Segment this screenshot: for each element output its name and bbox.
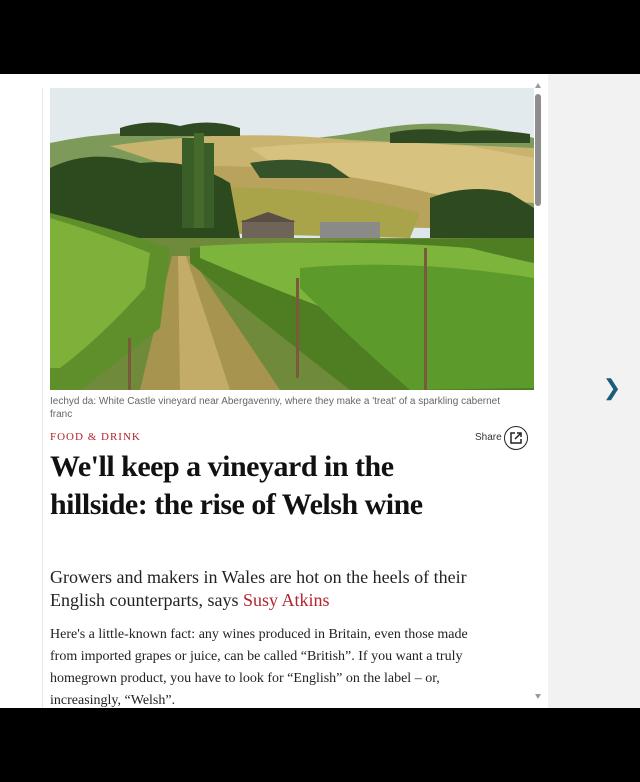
author-link[interactable]: Susy Atkins	[243, 590, 330, 610]
article-frame: Iechyd da: White Castle vineyard near Ab…	[42, 88, 541, 708]
article-headline: We'll keep a vineyard in the hillside: t…	[50, 450, 423, 521]
hero-image-vineyard	[50, 88, 534, 390]
triangle-up-icon[interactable]	[534, 82, 542, 90]
share-label: Share	[475, 432, 502, 443]
scrollbar-thumb[interactable]	[535, 94, 541, 206]
share-external-icon	[510, 432, 522, 444]
browser-viewport: ❯ Iechyd da: White Castle vineyard near …	[0, 74, 640, 708]
triangle-down-icon[interactable]	[534, 692, 542, 700]
letterbox-bottom	[0, 708, 640, 782]
article-body-paragraph: Here's a little-known fact: any wines pr…	[50, 627, 468, 708]
letterbox-top	[0, 0, 640, 74]
article-standfirst: Growers and makers in Wales are hot on t…	[50, 566, 490, 612]
vertical-scrollbar[interactable]	[533, 82, 543, 708]
side-panel	[548, 74, 640, 708]
share-button[interactable]	[504, 426, 528, 450]
vineyard-photo	[50, 88, 534, 390]
section-label[interactable]: FOOD & DRINK	[50, 431, 141, 443]
hero-caption: Iechyd da: White Castle vineyard near Ab…	[50, 396, 500, 420]
next-article-chevron-icon[interactable]: ❯	[600, 374, 624, 402]
